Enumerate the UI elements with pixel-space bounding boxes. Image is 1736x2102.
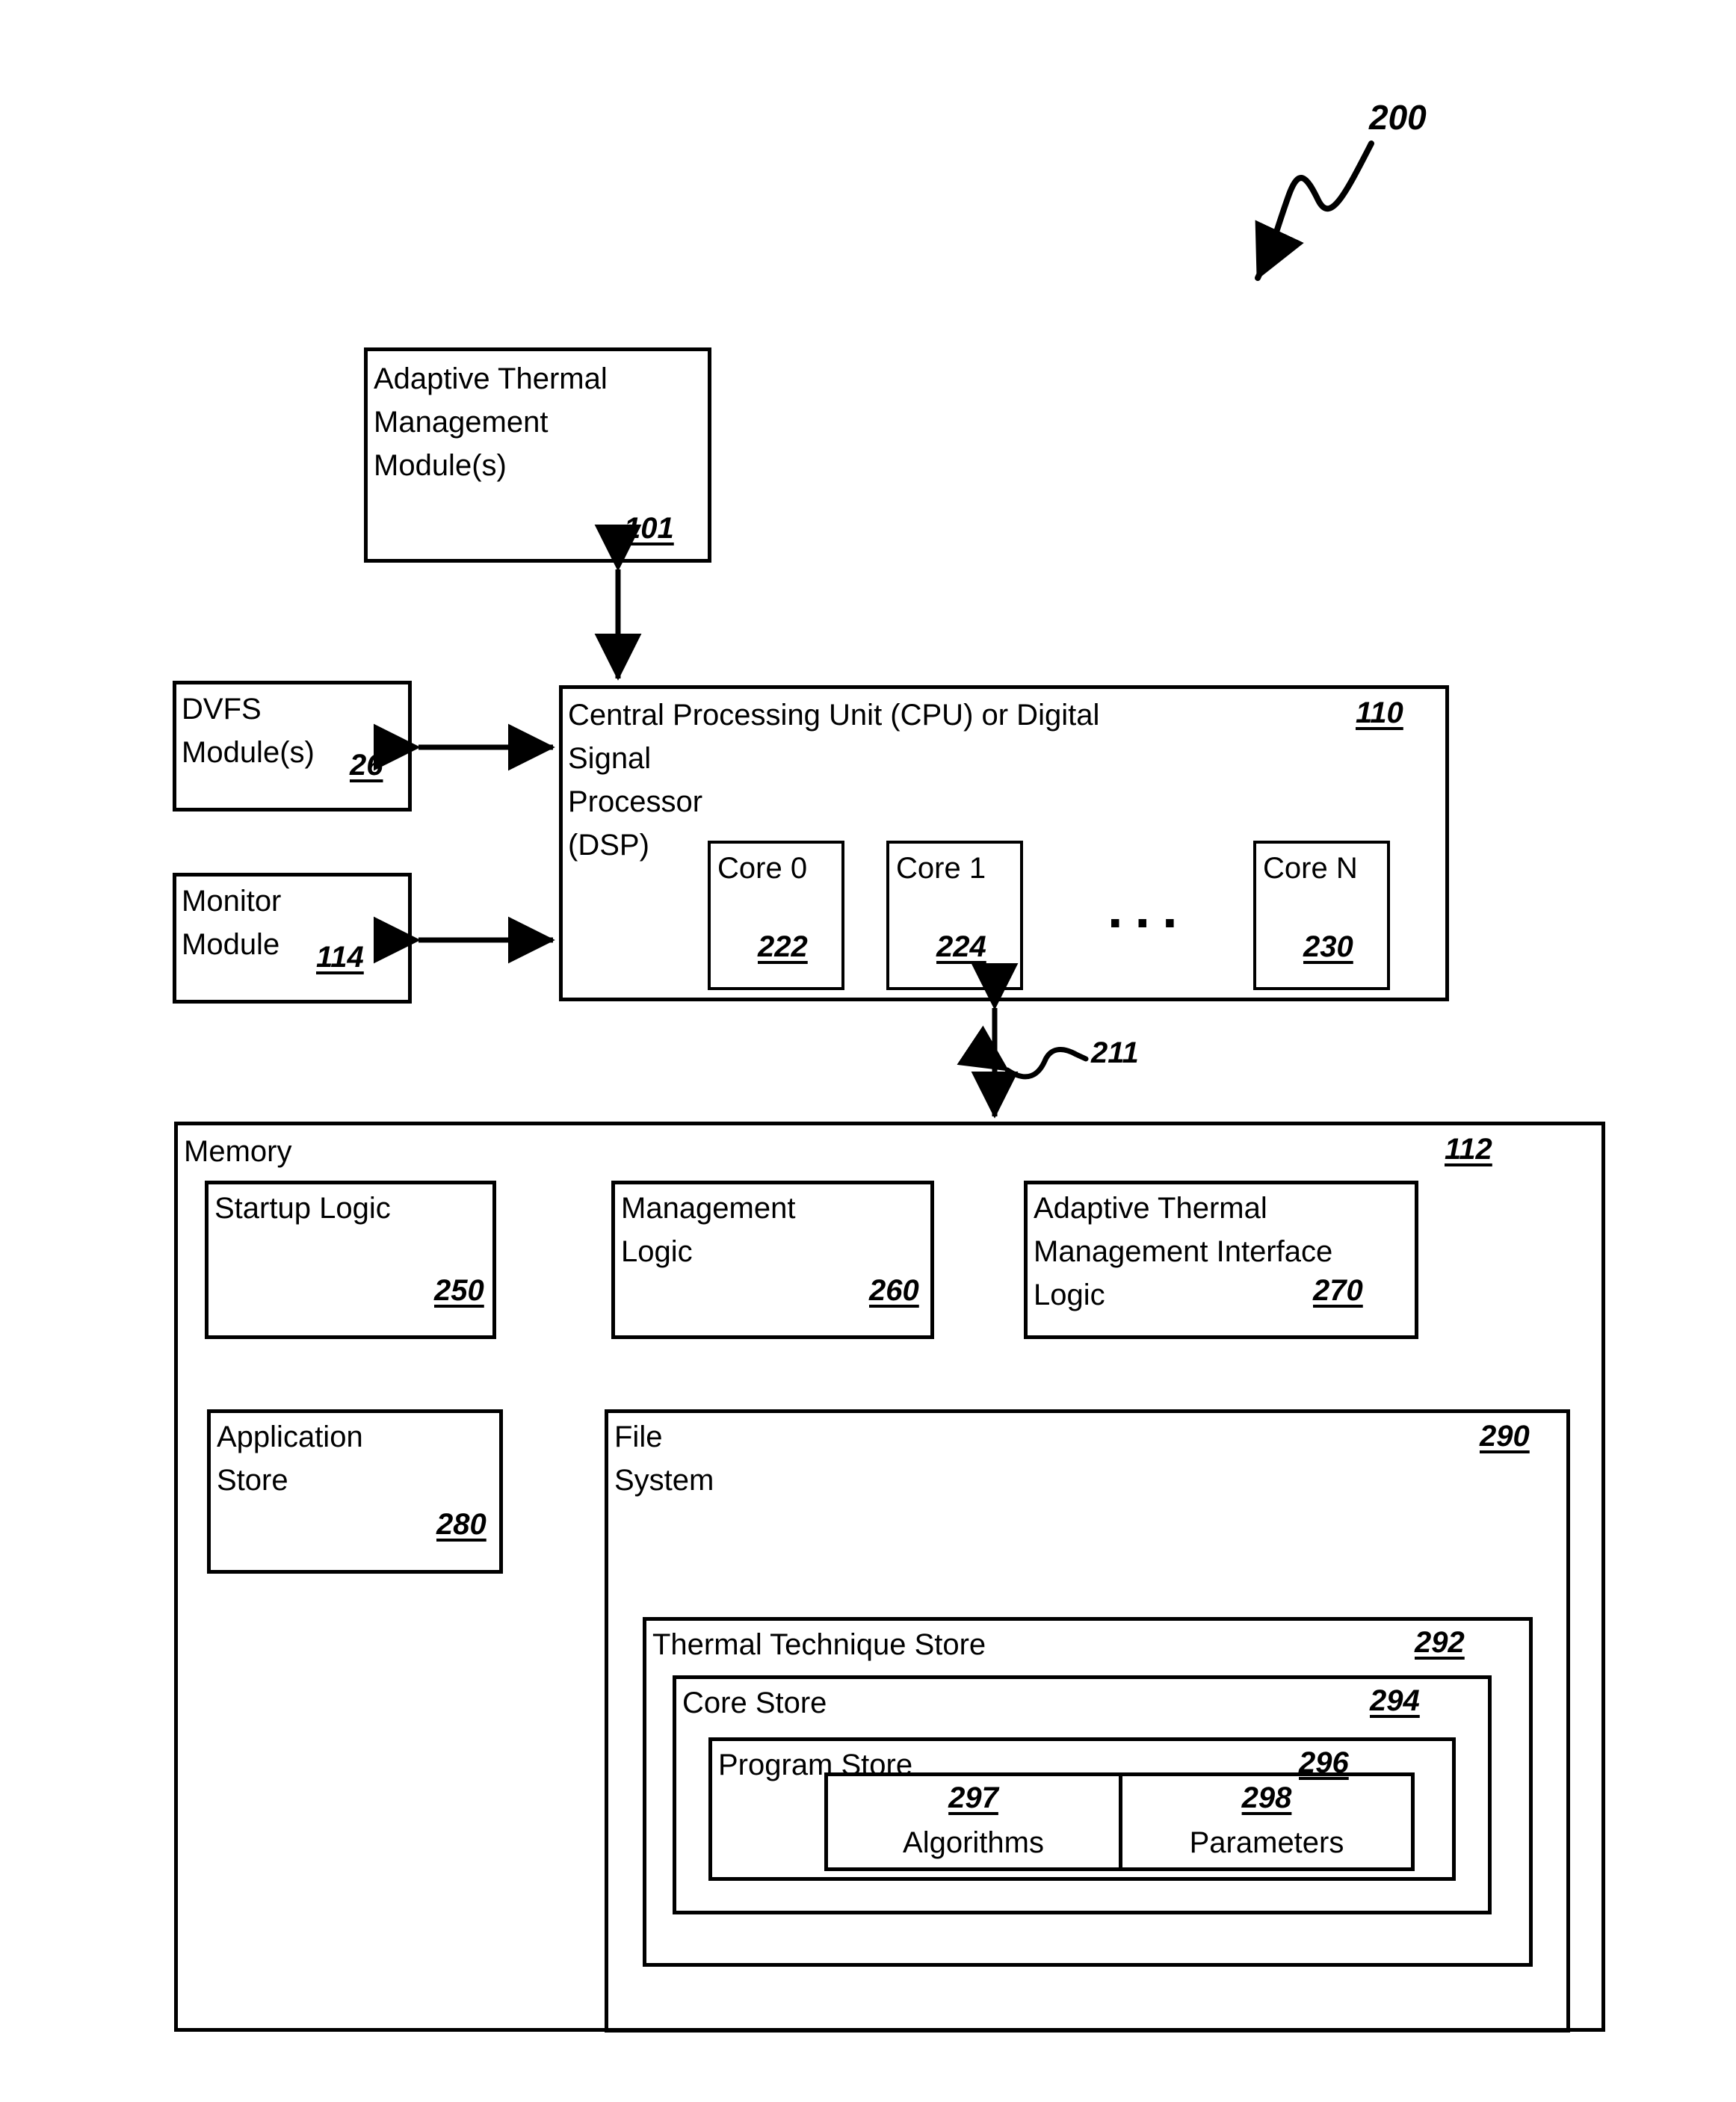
monitor-module-ref: 114 <box>316 941 364 974</box>
algorithms-label: Algorithms <box>903 1826 1044 1859</box>
core-store-ref: 294 <box>1370 1684 1420 1717</box>
thermal-technique-store-label: Thermal Technique Store <box>652 1628 986 1661</box>
algorithms-ref: 297 <box>948 1781 998 1814</box>
adaptive-thermal-management-interface-logic-ref: 270 <box>1313 1274 1363 1307</box>
bus-leader-squiggle <box>957 1025 1089 1080</box>
bus-ref-211: 211 <box>1091 1036 1139 1069</box>
core-n-label: Core N <box>1263 852 1358 885</box>
parameters-label: Parameters <box>1189 1826 1344 1859</box>
cpu-ref: 110 <box>1356 696 1403 729</box>
file-system-ref: 290 <box>1480 1420 1530 1453</box>
core-store-label: Core Store <box>682 1687 827 1719</box>
parameters-cell: 298 Parameters <box>1122 1780 1411 1862</box>
memory-label: Memory <box>184 1135 292 1168</box>
core-1-ref: 224 <box>936 930 986 963</box>
core-0-label: Core 0 <box>717 852 808 885</box>
dvfs-module-ref: 26 <box>350 749 383 782</box>
adaptive-thermal-management-module-label: Adaptive Thermal Management Module(s) <box>374 362 608 482</box>
monitor-module-label: Monitor Module <box>182 885 282 961</box>
management-logic-label: Management Logic <box>621 1192 796 1268</box>
file-system-label: File System <box>614 1421 714 1497</box>
cores-ellipsis: ... <box>1108 877 1190 939</box>
adaptive-thermal-management-module-ref: 101 <box>624 512 674 545</box>
parameters-ref: 298 <box>1241 1781 1292 1814</box>
application-store-ref: 280 <box>436 1508 486 1541</box>
application-store-label: Application Store <box>217 1421 363 1497</box>
memory-ref: 112 <box>1445 1133 1492 1166</box>
management-logic-ref: 260 <box>869 1274 919 1307</box>
algorithms-cell: 297 Algorithms <box>828 1780 1119 1862</box>
figure-canvas: 200 Adaptive Thermal Management Module(s… <box>0 0 1736 2102</box>
core-n-ref: 230 <box>1303 930 1353 963</box>
thermal-technique-store-ref: 292 <box>1415 1626 1465 1659</box>
core-0-ref: 222 <box>758 930 808 963</box>
core-1-label: Core 1 <box>896 852 986 885</box>
startup-logic-ref: 250 <box>434 1274 484 1307</box>
figure-number-leader-squiggle <box>1255 140 1374 281</box>
startup-logic-label: Startup Logic <box>214 1192 391 1225</box>
figure-number-label: 200 <box>1369 98 1427 137</box>
adaptive-thermal-management-interface-logic-label: Adaptive Thermal Management Interface Lo… <box>1034 1192 1333 1311</box>
